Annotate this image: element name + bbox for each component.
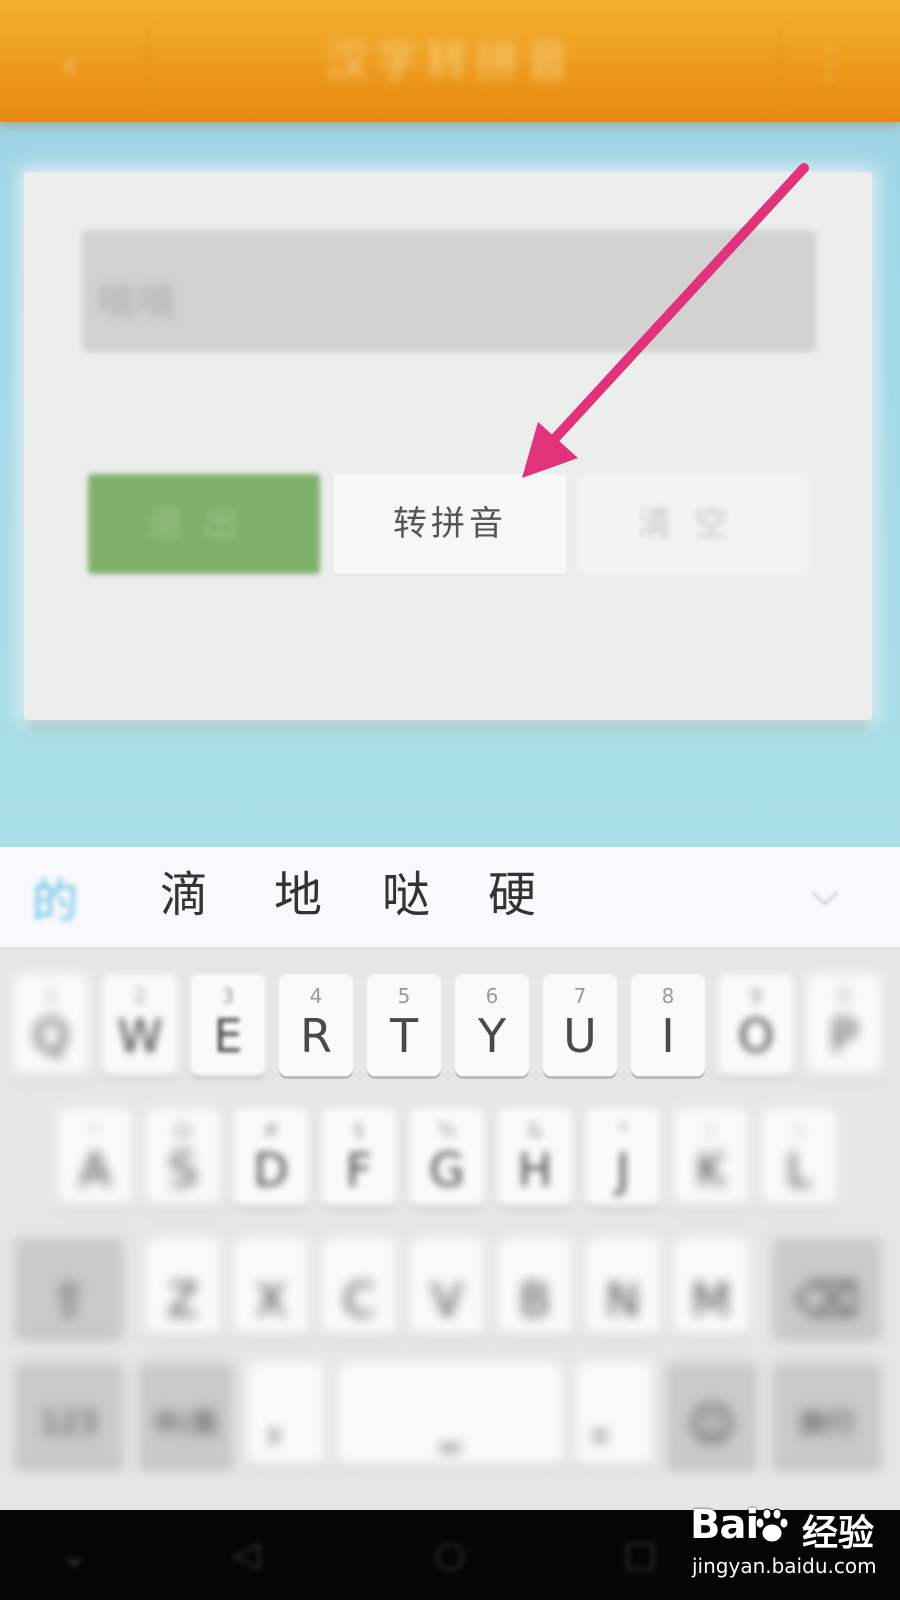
key-a[interactable]: ! A [58,1108,132,1206]
key-b[interactable]: B [498,1238,572,1336]
ime-composing-text: 的 [32,874,78,928]
screen: ‹ 汉字转拼音 ⋮ 嘀嘀 退出 转拼音 清空 的 滴 地 哒 硬 ⌵ 1 Q 2… [0,0,900,1600]
key-v[interactable]: V [410,1238,484,1336]
text-input-value: 嘀嘀 [96,280,176,326]
app-header: ‹ 汉字转拼音 ⋮ [0,0,900,122]
key-e[interactable]: 3 E [191,974,265,1076]
ime-candidate-bar: 的 滴 地 哒 硬 ⌵ [0,847,900,948]
key-q[interactable]: 1 Q [14,974,88,1076]
key-p[interactable]: 0 P [807,974,881,1076]
header-divider-right [780,20,782,106]
ime-candidate[interactable]: 哒 [382,863,430,927]
key-y[interactable]: 6 Y [455,974,529,1076]
symbols-key[interactable]: 123 [14,1362,124,1466]
backspace-icon: ⌫ [794,1273,860,1327]
convert-pinyin-button[interactable]: 转拼音 [333,474,567,574]
key-m[interactable]: M [674,1238,748,1336]
exit-button[interactable]: 退出 [88,474,320,574]
key-l[interactable]: ) L [762,1108,836,1206]
text-input-field[interactable] [82,230,816,352]
key-n[interactable]: N [586,1238,660,1336]
watermark: Bai 经验 jingyan.baidu.com [690,1502,890,1592]
ime-candidate[interactable]: 地 [274,863,322,927]
key-h[interactable]: & H [498,1108,572,1206]
key-f[interactable]: $ F [322,1108,396,1206]
key-g[interactable]: % G [410,1108,484,1206]
key-d[interactable]: # D [234,1108,308,1206]
back-arrow-icon[interactable]: ‹ [40,34,100,94]
key-z[interactable]: Z [146,1238,220,1336]
ime-candidate[interactable]: 滴 [160,863,208,927]
ime-candidate[interactable]: 硬 [488,863,536,927]
key-w[interactable]: 2 W [103,974,177,1076]
period-key[interactable]: 。 [576,1362,652,1466]
key-u[interactable]: 7 U [543,974,617,1076]
key-k[interactable]: ( K [674,1108,748,1206]
watermark-brand: Bai [690,1502,759,1548]
key-r[interactable]: 4 R [279,974,353,1076]
emoji-icon: ☺ [688,1397,736,1451]
shift-key[interactable]: ⇧ [14,1238,124,1336]
key-t[interactable]: 5 T [367,974,441,1076]
recents-icon[interactable]: □ [610,1530,670,1580]
emoji-key[interactable]: ☺ [666,1362,758,1466]
space-bar-icon: ⎵ [440,1397,460,1451]
home-icon[interactable]: ○ [420,1530,480,1580]
hide-keyboard-icon[interactable]: ⌄ [44,1530,104,1580]
paw-logo-icon [755,1508,789,1543]
page-title: 汉字转拼音 [325,36,575,87]
language-switch-key[interactable]: 中/英 [138,1362,234,1466]
backspace-key[interactable]: ⌫ [772,1238,882,1336]
key-j[interactable]: * J [586,1108,660,1206]
key-i[interactable]: 8 I [631,974,705,1076]
clear-button[interactable]: 清空 [578,474,810,574]
key-c[interactable]: C [322,1238,396,1336]
space-key[interactable]: ⎵ [338,1362,562,1466]
watermark-url: jingyan.baidu.com [692,1554,877,1578]
chevron-down-icon[interactable]: ⌵ [800,869,850,919]
back-icon[interactable]: ◁ [216,1530,276,1580]
key-x[interactable]: X [234,1238,308,1336]
enter-key[interactable]: 换行 [772,1362,882,1466]
shift-icon: ⇧ [49,1273,89,1327]
key-o[interactable]: 9 O [719,974,793,1076]
header-divider-left [148,20,150,106]
key-s[interactable]: @ S [146,1108,220,1206]
menu-icon[interactable]: ⋮ [800,34,860,94]
watermark-product: 经验 [802,1513,875,1554]
comma-key[interactable]: ， [248,1362,324,1466]
soft-keyboard: 1 Q 2 W 3 E 4 R 5 T 6 Y 7 U 8 I 9 O 0 P … [0,948,900,1510]
